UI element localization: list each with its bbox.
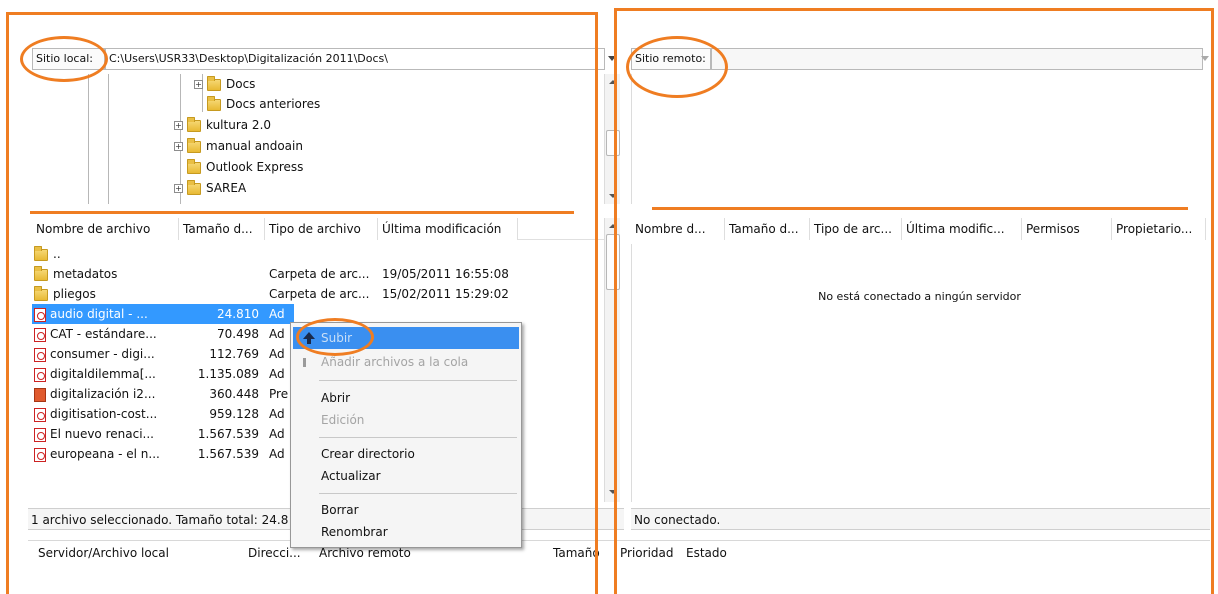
annotation-local-divider xyxy=(30,211,574,214)
annotation-local-panel-frame xyxy=(6,12,598,594)
annotation-upload-circle xyxy=(296,318,374,356)
annotation-remote-site-circle xyxy=(626,36,728,98)
annotation-remote-divider xyxy=(652,207,1188,210)
annotation-local-site-circle xyxy=(20,36,108,82)
annotation-remote-panel-frame xyxy=(614,8,1214,594)
